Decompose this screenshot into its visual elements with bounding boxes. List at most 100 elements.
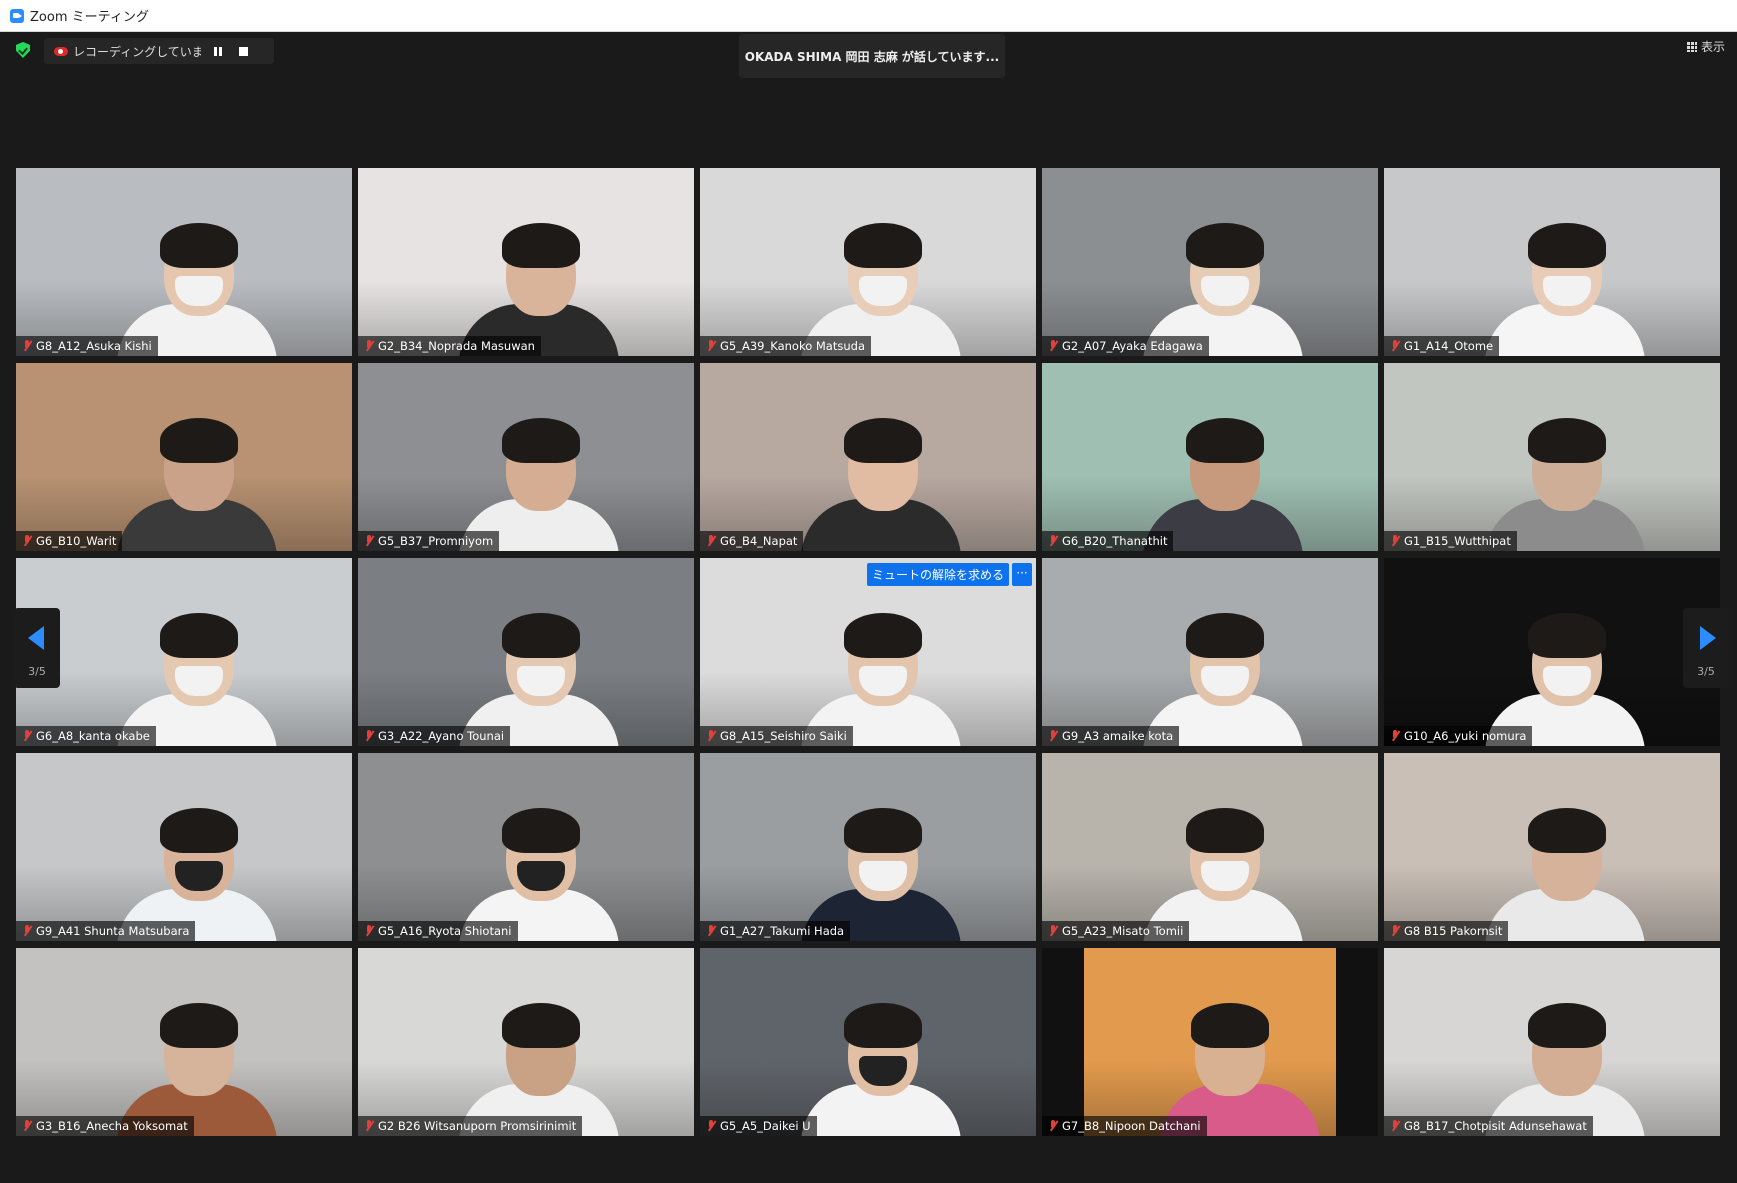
- participant-face: [1185, 613, 1265, 706]
- participant-hair: [1190, 1003, 1270, 1048]
- participant-name-tag: G5_A16_Ryota Shiotani: [358, 921, 518, 941]
- participant-name: G6_B10_Warit: [36, 534, 117, 548]
- participant-video-tile[interactable]: G3_B16_Anecha Yoksomat: [16, 948, 352, 1136]
- participant-hair: [1185, 223, 1265, 268]
- participant-face: [1527, 1003, 1607, 1096]
- video-feed: [1384, 753, 1720, 941]
- muted-mic-icon: [1390, 730, 1400, 742]
- face-mask: [859, 861, 907, 891]
- participant-video-tile[interactable]: G8_A15_Seishiro Saiki ミュートの解除を求める ···: [700, 558, 1036, 746]
- participant-video-tile[interactable]: G6_B10_Warit: [16, 363, 352, 551]
- zoom-app-icon: [10, 8, 24, 23]
- participant-video-tile[interactable]: G5_A39_Kanoko Matsuda: [700, 168, 1036, 356]
- participant-name-tag: G1_B15_Wutthipat: [1384, 531, 1517, 551]
- participant-hair: [843, 1003, 923, 1048]
- participant-name: G1_B15_Wutthipat: [1404, 534, 1511, 548]
- participant-name-tag: G5_A23_Misato Tomii: [1042, 921, 1190, 941]
- participant-name: G2_B34_Noprada Masuwan: [378, 339, 535, 353]
- participant-name: G9_A3 amaike kota: [1062, 729, 1174, 743]
- grid-view-icon: [1686, 41, 1697, 52]
- participant-video-tile[interactable]: G5_A16_Ryota Shiotani: [358, 753, 694, 941]
- participant-name: G3_B16_Anecha Yoksomat: [36, 1119, 188, 1133]
- participant-video-tile[interactable]: G3_A22_Ayano Tounai: [358, 558, 694, 746]
- participant-video-tile[interactable]: G5_B37_Promniyom: [358, 363, 694, 551]
- participant-hair: [159, 1003, 239, 1048]
- participant-face: [1185, 808, 1265, 901]
- participant-video-tile[interactable]: G8 B15 Pakornsit: [1384, 753, 1720, 941]
- muted-mic-icon: [706, 1120, 716, 1132]
- muted-mic-icon: [706, 535, 716, 547]
- face-mask: [859, 666, 907, 696]
- participant-name-tag: G2_A07_Ayaka Edagawa: [1042, 336, 1209, 356]
- video-feed: [700, 753, 1036, 941]
- participant-video-tile[interactable]: G9_A41 Shunta Matsubara: [16, 753, 352, 941]
- participant-video-tile[interactable]: G10_A6_yuki nomura: [1384, 558, 1720, 746]
- participant-face: [843, 808, 923, 901]
- unmute-request-controls: ミュートの解除を求める ···: [866, 563, 1032, 586]
- participant-name-tag: G9_A3 amaike kota: [1042, 726, 1180, 746]
- participant-video-tile[interactable]: G1_B15_Wutthipat: [1384, 363, 1720, 551]
- window-titlebar: Zoom ミーティング: [0, 0, 1737, 32]
- ask-to-unmute-button[interactable]: ミュートの解除を求める: [866, 563, 1009, 586]
- previous-page-button[interactable]: 3/5: [14, 608, 60, 688]
- muted-mic-icon: [706, 730, 716, 742]
- participant-video-tile[interactable]: G2_A07_Ayaka Edagawa: [1042, 168, 1378, 356]
- participant-video-tile[interactable]: G2 B26 Witsanuporn Promsirinimit: [358, 948, 694, 1136]
- participant-video-tile[interactable]: G5_A5_Daikei U: [700, 948, 1036, 1136]
- muted-mic-icon: [364, 1120, 374, 1132]
- participant-video-tile[interactable]: G6_B20_Thanathit: [1042, 363, 1378, 551]
- participant-hair: [1185, 808, 1265, 853]
- participant-name-tag: G8_A12_Asuka Kishi: [16, 336, 158, 356]
- participant-hair: [1527, 808, 1607, 853]
- more-options-button[interactable]: ···: [1012, 563, 1032, 586]
- video-feed: [1042, 168, 1378, 356]
- encryption-shield-icon[interactable]: [16, 42, 30, 58]
- participant-name-tag: G9_A41 Shunta Matsubara: [16, 921, 196, 941]
- video-feed: [1384, 948, 1720, 1136]
- participant-video-tile[interactable]: G7_B8_Nipoon Datchani: [1042, 948, 1378, 1136]
- video-feed: [700, 948, 1036, 1136]
- participant-name: G6_B20_Thanathit: [1062, 534, 1168, 548]
- participant-video-tile[interactable]: G6_B4_Napat: [700, 363, 1036, 551]
- participant-video-tile[interactable]: G9_A3 amaike kota: [1042, 558, 1378, 746]
- participant-name-tag: G8_B17_Chotpisit Adunsehawat: [1384, 1116, 1593, 1136]
- recording-status-text: レコーディングしています...: [73, 44, 201, 59]
- pause-recording-icon[interactable]: [213, 46, 223, 56]
- participant-name: G9_A41 Shunta Matsubara: [36, 924, 190, 938]
- muted-mic-icon: [1390, 535, 1400, 547]
- face-mask: [175, 666, 223, 696]
- participant-face: [843, 418, 923, 511]
- participant-name-tag: G1_A27_Takumi Hada: [700, 921, 851, 941]
- participant-face: [1190, 1003, 1270, 1096]
- participant-video-tile[interactable]: G5_A23_Misato Tomii: [1042, 753, 1378, 941]
- participant-video-tile[interactable]: G1_A27_Takumi Hada: [700, 753, 1036, 941]
- participant-video-tile[interactable]: G1_A14_Otome: [1384, 168, 1720, 356]
- video-feed: [700, 363, 1036, 551]
- participant-face: [1185, 418, 1265, 511]
- view-button[interactable]: 表示: [1686, 38, 1725, 55]
- participant-video-tile[interactable]: G6_A8_kanta okabe: [16, 558, 352, 746]
- participant-face: [159, 613, 239, 706]
- video-feed: [1042, 753, 1378, 941]
- video-feed: [16, 168, 352, 356]
- participant-name-tag: G6_A8_kanta okabe: [16, 726, 156, 746]
- participant-face: [501, 613, 581, 706]
- video-feed: [1042, 363, 1378, 551]
- cloud-record-icon: [54, 46, 68, 56]
- participant-face: [159, 808, 239, 901]
- muted-mic-icon: [1390, 340, 1400, 352]
- participant-name: G1_A27_Takumi Hada: [720, 924, 845, 938]
- muted-mic-icon: [364, 340, 374, 352]
- participant-face: [1527, 223, 1607, 316]
- participant-video-tile[interactable]: G8_A12_Asuka Kishi: [16, 168, 352, 356]
- face-mask: [1201, 276, 1249, 306]
- stop-recording-icon[interactable]: [239, 46, 248, 56]
- participant-name-tag: G5_B37_Promniyom: [358, 531, 500, 551]
- participant-face: [501, 808, 581, 901]
- view-button-label: 表示: [1700, 40, 1725, 54]
- next-page-button[interactable]: 3/5: [1683, 608, 1729, 688]
- participant-video-tile[interactable]: G2_B34_Noprada Masuwan: [358, 168, 694, 356]
- face-mask: [1201, 666, 1249, 696]
- participant-name: G1_A14_Otome: [1404, 339, 1494, 353]
- participant-video-tile[interactable]: G8_B17_Chotpisit Adunsehawat: [1384, 948, 1720, 1136]
